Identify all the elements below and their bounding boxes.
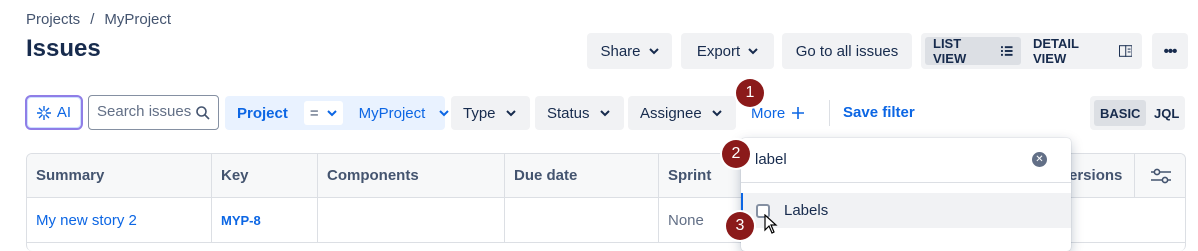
list-view-label: LIST VIEW bbox=[933, 36, 967, 66]
sparkle-icon bbox=[36, 105, 51, 120]
list-icon bbox=[1001, 46, 1013, 56]
detail-view-button[interactable]: DETAIL VIEW bbox=[1025, 36, 1140, 66]
breadcrumb: Projects / MyProject bbox=[26, 11, 171, 28]
more-actions-button[interactable]: ••• bbox=[1152, 33, 1188, 69]
export-label: Export bbox=[696, 42, 741, 60]
mouse-cursor-icon bbox=[764, 214, 778, 234]
settings-sliders-icon bbox=[1151, 168, 1171, 183]
step-badge-2: 2 bbox=[722, 140, 750, 168]
issue-components-cell bbox=[318, 198, 505, 242]
go-to-all-issues-label: Go to all issues bbox=[795, 42, 899, 60]
chevron-down-icon bbox=[505, 110, 516, 117]
dropdown-option-labels[interactable]: Labels bbox=[741, 193, 1071, 228]
detail-view-label: DETAIL VIEW bbox=[1033, 36, 1079, 66]
breadcrumb-project-link[interactable]: MyProject bbox=[104, 11, 171, 28]
jql-mode-button[interactable]: JQL bbox=[1148, 100, 1185, 126]
issue-summary-link[interactable]: My new story 2 bbox=[27, 198, 212, 242]
breadcrumb-separator: / bbox=[90, 11, 95, 28]
more-filters-dropdown: ✕ Labels bbox=[741, 138, 1071, 251]
more-filters-label: More bbox=[751, 104, 786, 122]
go-to-all-issues-button[interactable]: Go to all issues bbox=[782, 33, 912, 69]
page-title: Issues bbox=[26, 35, 101, 62]
search-field[interactable] bbox=[88, 95, 219, 130]
clear-search-icon[interactable]: ✕ bbox=[1032, 152, 1047, 167]
chevron-down-icon bbox=[599, 110, 610, 117]
filter-search-field[interactable]: ✕ bbox=[741, 138, 1071, 183]
project-filter-label: Project bbox=[237, 104, 288, 122]
issue-key-link[interactable]: MYP-8 bbox=[212, 198, 318, 242]
project-value-select[interactable]: MyProject bbox=[347, 96, 462, 130]
chevron-down-icon bbox=[439, 110, 450, 117]
chevron-down-icon bbox=[326, 110, 337, 117]
assignee-filter-label: Assignee bbox=[640, 104, 702, 122]
issue-due-date-cell bbox=[505, 198, 659, 242]
ai-button[interactable]: AI bbox=[25, 95, 83, 130]
assignee-filter[interactable]: Assignee bbox=[628, 96, 736, 130]
dropdown-option-label: Labels bbox=[784, 202, 829, 219]
ai-label: AI bbox=[56, 104, 72, 121]
basic-mode-button[interactable]: BASIC bbox=[1094, 100, 1147, 126]
breadcrumb-projects-link[interactable]: Projects bbox=[26, 11, 80, 28]
plus-icon bbox=[792, 107, 805, 119]
project-operator-value: = bbox=[309, 104, 319, 122]
project-filter[interactable]: Project = MyProject bbox=[225, 96, 450, 130]
column-header-key[interactable]: Key bbox=[212, 154, 318, 197]
status-filter[interactable]: Status bbox=[535, 96, 624, 130]
chevron-down-icon bbox=[648, 48, 659, 55]
detail-view-icon bbox=[1118, 45, 1132, 57]
view-switcher: LIST VIEW DETAIL VIEW bbox=[921, 33, 1142, 69]
step-badge-3: 3 bbox=[726, 212, 754, 240]
filter-search-input[interactable] bbox=[753, 150, 1017, 169]
project-operator-select[interactable]: = bbox=[303, 101, 343, 125]
type-filter[interactable]: Type bbox=[451, 96, 530, 130]
save-filter-button[interactable]: Save filter bbox=[843, 104, 915, 121]
more-actions-icon: ••• bbox=[1163, 42, 1178, 60]
project-value: MyProject bbox=[358, 104, 426, 122]
column-header-summary[interactable]: Summary bbox=[27, 154, 212, 197]
chevron-down-icon bbox=[712, 110, 722, 117]
step-badge-1: 1 bbox=[736, 79, 764, 107]
column-header-due-date[interactable]: Due date bbox=[505, 154, 659, 197]
search-icon bbox=[196, 106, 210, 120]
export-button[interactable]: Export bbox=[681, 33, 774, 69]
share-label: Share bbox=[600, 42, 641, 60]
search-mode-toggle: BASIC JQL bbox=[1090, 96, 1185, 130]
column-settings-button[interactable] bbox=[1135, 154, 1185, 197]
search-input[interactable] bbox=[89, 96, 197, 127]
chevron-down-icon bbox=[748, 48, 758, 55]
list-view-button[interactable]: LIST VIEW bbox=[925, 36, 1021, 66]
share-button[interactable]: Share bbox=[587, 33, 672, 69]
divider bbox=[829, 100, 830, 126]
column-header-components[interactable]: Components bbox=[318, 154, 505, 197]
status-filter-label: Status bbox=[547, 104, 590, 122]
type-filter-label: Type bbox=[463, 104, 496, 122]
